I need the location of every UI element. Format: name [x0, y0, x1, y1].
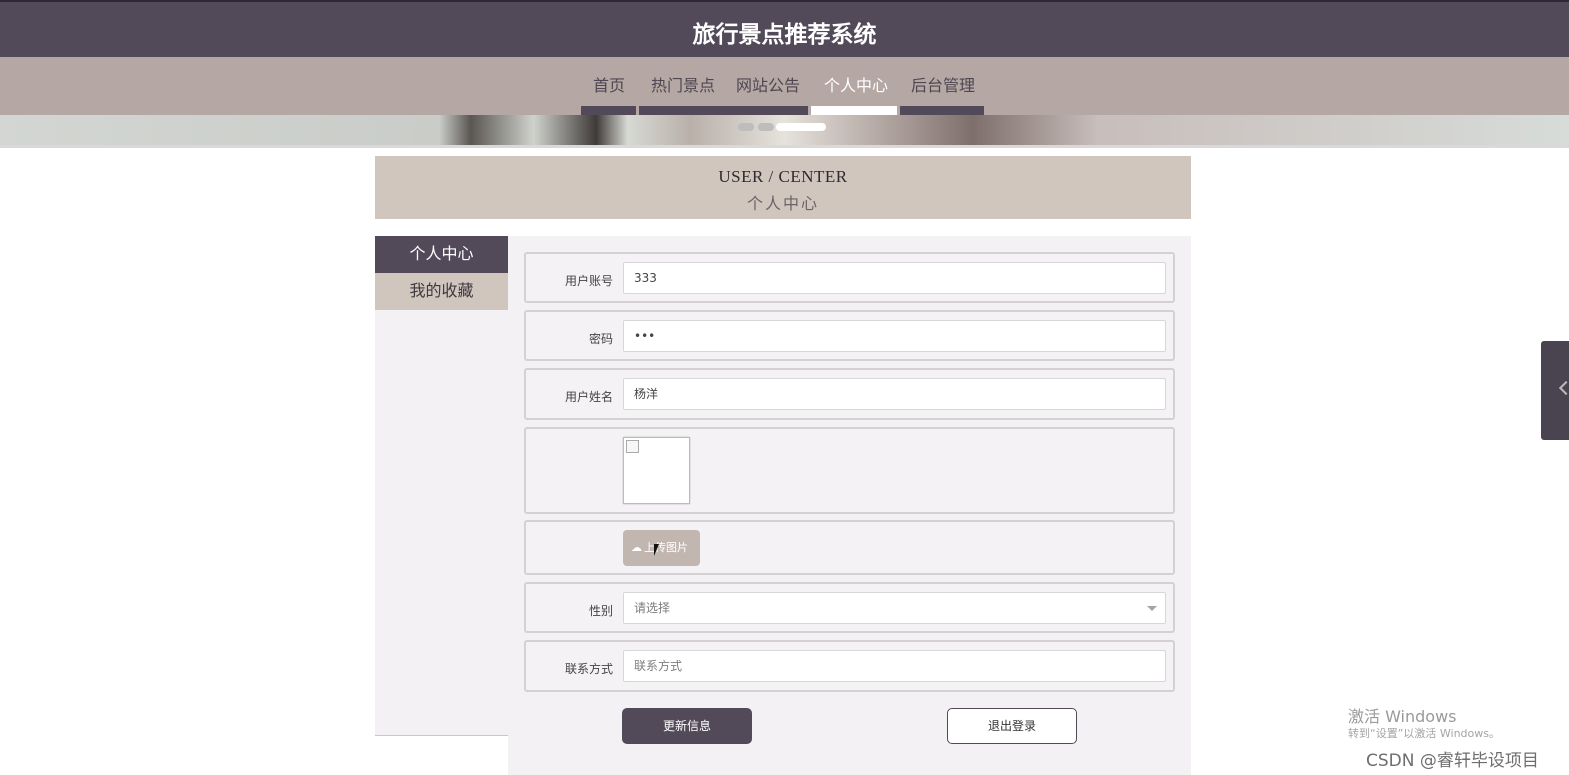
main-navigation: 首页 热门景点 网站公告 个人中心 后台管理 [0, 57, 1569, 115]
profile-form: 用户账号 333 密码 ••• 用户姓名 杨洋 ☁ 上传图片 性别 请选择 联系方… [508, 236, 1191, 775]
avatar-image [623, 437, 690, 504]
name-label: 用户姓名 [564, 390, 613, 404]
gender-select-placeholder: 请选择 [634, 601, 671, 615]
chevron-left-icon [1558, 380, 1569, 396]
form-row-password: 密码 ••• [524, 310, 1175, 361]
chevron-down-icon [1147, 606, 1157, 611]
form-row-avatar [524, 427, 1175, 514]
nav-item-user-center[interactable]: 个人中心 [824, 72, 888, 96]
contact-input[interactable]: 联系方式 [623, 650, 1166, 682]
form-row-upload: ☁ 上传图片 [524, 520, 1175, 575]
form-row-contact: 联系方式 联系方式 [524, 640, 1175, 692]
top-header-bar: 旅行景点推荐系统 [0, 0, 1569, 57]
form-row-name: 用户姓名 杨洋 [524, 368, 1175, 420]
nav-item-home[interactable]: 首页 [593, 72, 625, 96]
cloud-upload-icon: ☁ [631, 541, 642, 554]
form-row-account: 用户账号 333 [524, 252, 1175, 303]
name-input[interactable]: 杨洋 [623, 378, 1166, 410]
csdn-credit: CSDN @睿轩毕设项目 [1366, 751, 1539, 771]
windows-activation-hint: 转到“设置”以激活 Windows。 [1348, 727, 1500, 740]
nav-underline-hot-announce [639, 106, 808, 115]
banner-carousel [0, 115, 1569, 148]
upload-button-label: 上传图片 [644, 541, 688, 554]
carousel-dot-1[interactable] [738, 123, 754, 131]
windows-activation-title: 激活 Windows [1348, 707, 1457, 726]
upload-image-button[interactable]: ☁ 上传图片 [623, 530, 700, 566]
nav-underline-user-center [811, 106, 897, 115]
banner-shadow [0, 145, 1569, 148]
logout-button[interactable]: 退出登录 [947, 708, 1077, 744]
gender-label: 性别 [588, 604, 613, 618]
sidebar-item-user-center[interactable]: 个人中心 [375, 236, 508, 273]
account-input[interactable]: 333 [623, 262, 1166, 294]
sidebar-item-favorites[interactable]: 我的收藏 [375, 273, 508, 310]
nav-underline-admin [900, 106, 984, 115]
update-info-button[interactable]: 更新信息 [622, 708, 752, 744]
contact-label: 联系方式 [564, 662, 613, 676]
header-en-title: USER / CENTER [718, 167, 848, 186]
mouse-cursor-icon [654, 544, 659, 556]
user-center-header: USER / CENTER 个人中心 [375, 156, 1191, 219]
account-label: 用户账号 [564, 274, 613, 288]
nav-item-hot-attractions[interactable]: 热门景点 [651, 72, 715, 96]
carousel-dot-2[interactable] [758, 123, 774, 131]
nav-underline-home [581, 106, 636, 115]
carousel-dot-3[interactable] [776, 123, 826, 131]
nav-item-admin[interactable]: 后台管理 [911, 72, 975, 96]
nav-item-announcements[interactable]: 网站公告 [736, 72, 800, 96]
form-row-gender: 性别 请选择 [524, 582, 1175, 633]
user-sidebar: 个人中心 我的收藏 [375, 236, 508, 736]
side-panel-toggle[interactable] [1541, 341, 1569, 440]
gender-select[interactable]: 请选择 [623, 592, 1166, 624]
broken-image-icon [626, 440, 639, 453]
header-cn-title: 个人中心 [746, 196, 819, 213]
site-title: 旅行景点推荐系统 [692, 22, 877, 48]
password-label: 密码 [588, 332, 613, 346]
password-input[interactable]: ••• [623, 320, 1166, 352]
